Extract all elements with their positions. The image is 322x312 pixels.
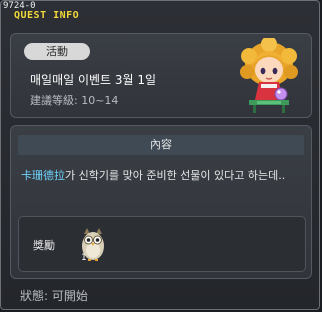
quest-content-panel: 內容 卡珊德拉가 신학기를 맞아 준비한 선물이 있다고 하는데.. 獎勵 1 <box>10 125 312 279</box>
quest-level-requirement: 建議等級: 10~14 <box>30 94 119 107</box>
reward-count: 1 <box>81 253 87 263</box>
quest-info-window: 9724-0 QUEST INFO 活動 매일매일 이벤트 3월 1일 建議等級… <box>0 0 320 310</box>
reward-label: 獎勵 <box>33 239 55 252</box>
quest-description: 卡珊德拉가 신학기를 맞아 준비한 선물이 있다고 하는데.. <box>21 166 303 186</box>
quest-name: 매일매일 이벤트 3월 1일 <box>30 73 157 87</box>
quest-header-panel: 活動 매일매일 이벤트 3월 1일 建議等級: 10~14 <box>10 33 312 118</box>
npc-name-link[interactable]: 卡珊德拉 <box>21 169 65 182</box>
reward-box: 獎勵 1 <box>18 216 306 272</box>
npc-portrait-icon <box>240 38 298 113</box>
content-section-title: 內容 <box>18 135 304 155</box>
category-badge: 活動 <box>24 43 90 60</box>
quest-status: 狀態: 可開始 <box>20 289 88 303</box>
description-text: 가 신학기를 맞아 준비한 선물이 있다고 하는데.. <box>65 169 286 182</box>
window-title: QUEST INFO <box>14 10 80 21</box>
